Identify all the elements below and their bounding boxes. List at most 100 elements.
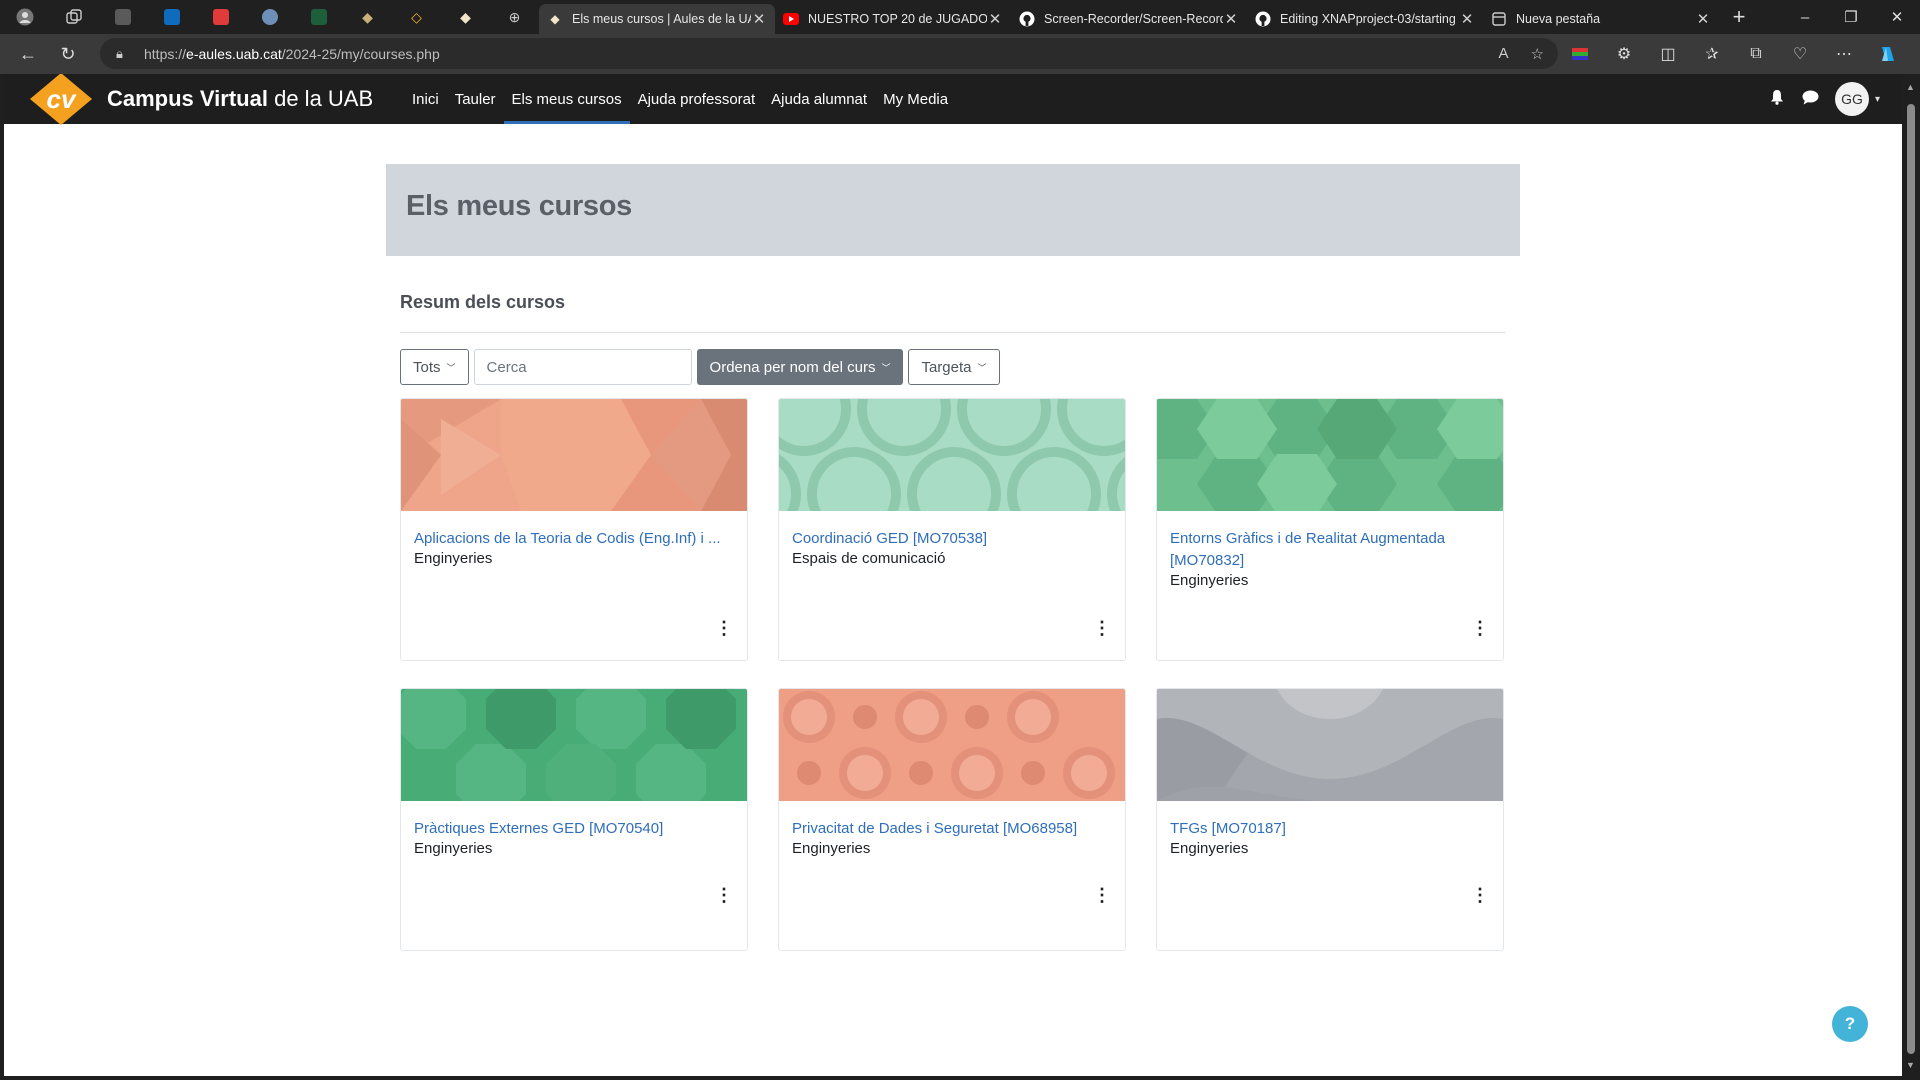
course-card[interactable]: Aplicacions de la Teoria de Codis (Eng.I… bbox=[400, 398, 748, 661]
course-actions-menu-icon[interactable]: ⋮ bbox=[1471, 886, 1489, 904]
profile-icon[interactable] bbox=[0, 0, 49, 34]
pinned-red-icon[interactable] bbox=[196, 0, 245, 34]
course-card[interactable]: Privacitat de Dades i Seguretat [MO68958… bbox=[778, 688, 1126, 951]
close-tab-icon[interactable]: ✕ bbox=[751, 10, 767, 28]
tab[interactable]: Editing XNAPproject-03/starting ✕ bbox=[1247, 4, 1483, 34]
course-image[interactable] bbox=[1157, 399, 1503, 511]
course-card[interactable]: TFGs [MO70187] Enginyeries ⋮ bbox=[1156, 688, 1504, 951]
help-button[interactable]: ? bbox=[1832, 1006, 1868, 1042]
course-image[interactable] bbox=[779, 689, 1125, 801]
nav-inici[interactable]: Inici bbox=[404, 74, 447, 124]
close-tab-icon[interactable]: ✕ bbox=[1459, 10, 1475, 28]
course-card[interactable]: Pràctiques Externes GED [MO70540] Enginy… bbox=[400, 688, 748, 951]
user-navigation: GG ▾ bbox=[1767, 74, 1880, 124]
outlook-icon[interactable] bbox=[147, 0, 196, 34]
split-screen-icon[interactable]: ◫ bbox=[1646, 38, 1690, 70]
browser-tab-strip: ◆ ◇ ◆ ⊕ ◆ Els meus cursos | Aules de la … bbox=[0, 0, 1920, 34]
extensions-icon[interactable]: ⚙ bbox=[1602, 38, 1646, 70]
sort-dropdown[interactable]: Ordena per nom del curs ﹀ bbox=[696, 349, 904, 385]
course-image[interactable] bbox=[401, 689, 747, 801]
flag-extension-icon[interactable] bbox=[1558, 38, 1602, 70]
github-icon bbox=[1019, 11, 1035, 27]
scroll-down-icon[interactable]: ▼ bbox=[1906, 1060, 1915, 1070]
nav-my-media[interactable]: My Media bbox=[875, 74, 956, 124]
course-card[interactable]: Coordinació GED [MO70538] Espais de comu… bbox=[778, 398, 1126, 661]
nav-ajuda-professorat[interactable]: Ajuda professorat bbox=[630, 74, 764, 124]
close-tab-icon[interactable]: ✕ bbox=[1695, 10, 1711, 28]
course-name[interactable]: Coordinació GED [MO70538] bbox=[792, 528, 1112, 550]
notifications-bell-icon[interactable] bbox=[1767, 89, 1787, 109]
url-path: /2024-25/my/courses.php bbox=[281, 45, 440, 62]
site-name[interactable]: Campus Virtual de la UAB bbox=[107, 86, 373, 112]
collections-icon[interactable]: ⧉ bbox=[1734, 38, 1778, 70]
messages-icon[interactable] bbox=[1801, 90, 1821, 109]
close-window-icon[interactable]: ✕ bbox=[1874, 0, 1920, 34]
course-image[interactable] bbox=[1157, 689, 1503, 801]
course-name[interactable]: Pràctiques Externes GED [MO70540] bbox=[414, 818, 734, 840]
course-actions-menu-icon[interactable]: ⋮ bbox=[715, 619, 733, 637]
chevron-down-icon: ﹀ bbox=[881, 362, 891, 373]
restore-icon[interactable]: ❐ bbox=[1828, 0, 1874, 34]
chevron-down-icon: ﹀ bbox=[446, 362, 456, 373]
moodle-diamond-icon: ◆ bbox=[550, 12, 560, 26]
youtube-icon bbox=[783, 11, 799, 27]
course-category: Enginyeries bbox=[792, 840, 871, 857]
course-name[interactable]: TFGs [MO70187] bbox=[1170, 818, 1490, 840]
site-name-bold: Campus Virtual bbox=[107, 86, 268, 111]
course-name[interactable]: Privacitat de Dades i Seguretat [MO68958… bbox=[792, 818, 1112, 840]
new-tab-button[interactable]: + bbox=[1719, 4, 1759, 30]
course-actions-menu-icon[interactable]: ⋮ bbox=[715, 886, 733, 904]
user-menu-chevron-icon[interactable]: ▾ bbox=[1875, 94, 1880, 105]
tab-label: NUESTRO TOP 20 de JUGADORES bbox=[808, 12, 987, 26]
course-name[interactable]: Entorns Gràfics i de Realitat Augmentada… bbox=[1170, 528, 1490, 572]
course-actions-menu-icon[interactable]: ⋮ bbox=[1471, 619, 1489, 637]
pinned-globe-icon[interactable]: ⊕ bbox=[490, 0, 539, 34]
primary-navigation: Inici Tauler Els meus cursos Ajuda profe… bbox=[404, 74, 956, 124]
address-bar[interactable]: 🔒︎ https://e-aules.uab.cat/2024-25/my/co… bbox=[100, 38, 1558, 69]
tab[interactable]: Nueva pestaña ✕ bbox=[1483, 4, 1719, 34]
grouping-label: Tots bbox=[413, 358, 441, 376]
page-scrollbar[interactable]: ▲ ▼ bbox=[1902, 74, 1920, 1076]
campus-virtual-logo[interactable]: cv bbox=[26, 74, 96, 128]
workspaces-icon[interactable] bbox=[49, 0, 98, 34]
course-image[interactable] bbox=[401, 399, 747, 511]
search-input[interactable]: Cerca bbox=[473, 349, 692, 385]
nav-ajuda-alumnat[interactable]: Ajuda alumnat bbox=[763, 74, 875, 124]
pinned-diamond-white-icon[interactable]: ◆ bbox=[441, 0, 490, 34]
grouping-dropdown[interactable]: Tots ﹀ bbox=[400, 349, 469, 385]
read-aloud-icon[interactable]: A bbox=[1499, 45, 1509, 63]
url-host: e-aules.uab.cat bbox=[186, 45, 282, 62]
more-menu-icon[interactable]: ⋯ bbox=[1822, 38, 1866, 70]
page-title: Els meus cursos bbox=[406, 190, 632, 222]
close-tab-icon[interactable]: ✕ bbox=[987, 10, 1003, 28]
course-filters: Tots ﹀ Cerca Ordena per nom del curs ﹀ Tar… bbox=[400, 349, 1000, 385]
minimize-icon[interactable]: – bbox=[1782, 0, 1828, 34]
favorites-icon[interactable]: ✰ bbox=[1690, 38, 1734, 70]
close-tab-icon[interactable]: ✕ bbox=[1223, 10, 1239, 28]
tab-active[interactable]: ◆ Els meus cursos | Aules de la UAB ✕ bbox=[539, 4, 775, 34]
user-avatar[interactable]: GG bbox=[1834, 82, 1869, 116]
tab[interactable]: Screen-Recorder/Screen-Recorder ✕ bbox=[1011, 4, 1247, 34]
pinned-tab-icon[interactable] bbox=[98, 0, 147, 34]
pinned-check-icon[interactable] bbox=[245, 0, 294, 34]
back-icon[interactable]: ← bbox=[8, 38, 48, 70]
logo-text: cv bbox=[47, 84, 77, 114]
view-dropdown[interactable]: Targeta ﹀ bbox=[908, 349, 1000, 385]
copilot-icon[interactable] bbox=[1866, 38, 1910, 70]
favorite-star-icon[interactable]: ☆ bbox=[1531, 45, 1544, 63]
course-actions-menu-icon[interactable]: ⋮ bbox=[1093, 619, 1111, 637]
nav-tauler[interactable]: Tauler bbox=[447, 74, 504, 124]
browser-essentials-icon[interactable]: ♡ bbox=[1778, 38, 1822, 70]
pinned-diamond-icon[interactable]: ◆ bbox=[343, 0, 392, 34]
course-image[interactable] bbox=[779, 399, 1125, 511]
scroll-up-icon[interactable]: ▲ bbox=[1906, 82, 1915, 92]
course-actions-menu-icon[interactable]: ⋮ bbox=[1093, 886, 1111, 904]
course-name[interactable]: Aplicacions de la Teoria de Codis (Eng.I… bbox=[414, 528, 734, 550]
uab-pinned-icon[interactable] bbox=[294, 0, 343, 34]
nav-els-meus-cursos[interactable]: Els meus cursos bbox=[503, 74, 630, 124]
scrollbar-thumb[interactable] bbox=[1907, 104, 1915, 1054]
tab[interactable]: NUESTRO TOP 20 de JUGADORES ✕ bbox=[775, 4, 1011, 34]
reload-icon[interactable]: ↻ bbox=[48, 38, 88, 70]
course-card[interactable]: Entorns Gràfics i de Realitat Augmentada… bbox=[1156, 398, 1504, 661]
pinned-diamond-outline-icon[interactable]: ◇ bbox=[392, 0, 441, 34]
